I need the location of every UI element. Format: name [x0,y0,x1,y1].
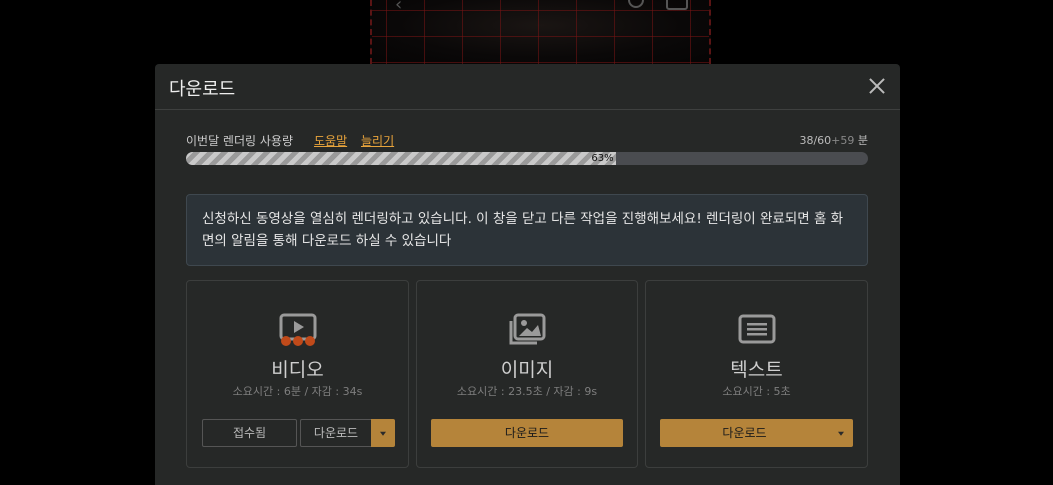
chevron-down-icon [838,431,844,436]
text-time: 소요시간 : 5초 [722,385,791,398]
video-play-icon [279,313,316,346]
image-card: 이미지 소요시간 : 23.5초 / 자감 : 9s 다운로드 [416,280,638,468]
video-title: 비디오 [271,359,324,381]
usage-row: 이번달 렌더링 사용량 도움말 늘리기 38/60+59 분 [186,132,868,148]
progress-percent: 63% [591,153,614,164]
usage-label: 이번달 렌더링 사용량 [186,134,293,148]
download-modal: 다운로드 이번달 렌더링 사용량 도움말 늘리기 38/60+59 분 63% … [155,64,900,485]
text-title: 텍스트 [730,359,783,381]
text-card: 텍스트 소요시간 : 5초 다운로드 [645,280,868,468]
back-arrow-icon: ‹ [395,0,403,15]
text-download-dropdown[interactable] [829,419,853,447]
modal-header: 다운로드 [155,64,900,110]
background-grid-overlay [372,0,709,64]
rendering-notice: 신청하신 동영상을 열심히 렌더링하고 있습니다. 이 창을 닫고 다른 작업을… [186,194,868,266]
image-download-button[interactable]: 다운로드 [431,419,623,447]
close-icon[interactable] [866,75,888,97]
modal-title: 다운로드 [169,79,236,100]
video-download-dropdown[interactable] [371,419,395,447]
chevron-down-icon [380,431,386,436]
video-time: 소요시간 : 6분 / 자감 : 34s [232,385,363,398]
camera-icon [666,0,688,10]
video-received-button[interactable]: 접수됨 [202,419,297,447]
video-download-button[interactable]: 다운로드 [300,419,372,447]
help-link[interactable]: 도움말 [314,132,347,149]
text-download-button[interactable]: 다운로드 [660,419,829,447]
increase-link[interactable]: 늘리기 [361,132,394,149]
usage-progress-bar: 63% [186,152,868,165]
background-video-preview [370,0,711,64]
usage-count: 38/60+59 분 [799,132,868,148]
image-time: 소요시간 : 23.5초 / 자감 : 9s [456,385,598,398]
usage-used: 38/60 [799,134,832,147]
image-title: 이미지 [500,359,554,381]
video-card: 비디오 소요시간 : 6분 / 자감 : 34s 접수됨 다운로드 [186,280,409,468]
image-icon [509,313,546,345]
usage-extra: +59 [831,134,855,147]
text-document-icon [738,314,775,344]
usage-unit: 분 [857,134,868,147]
